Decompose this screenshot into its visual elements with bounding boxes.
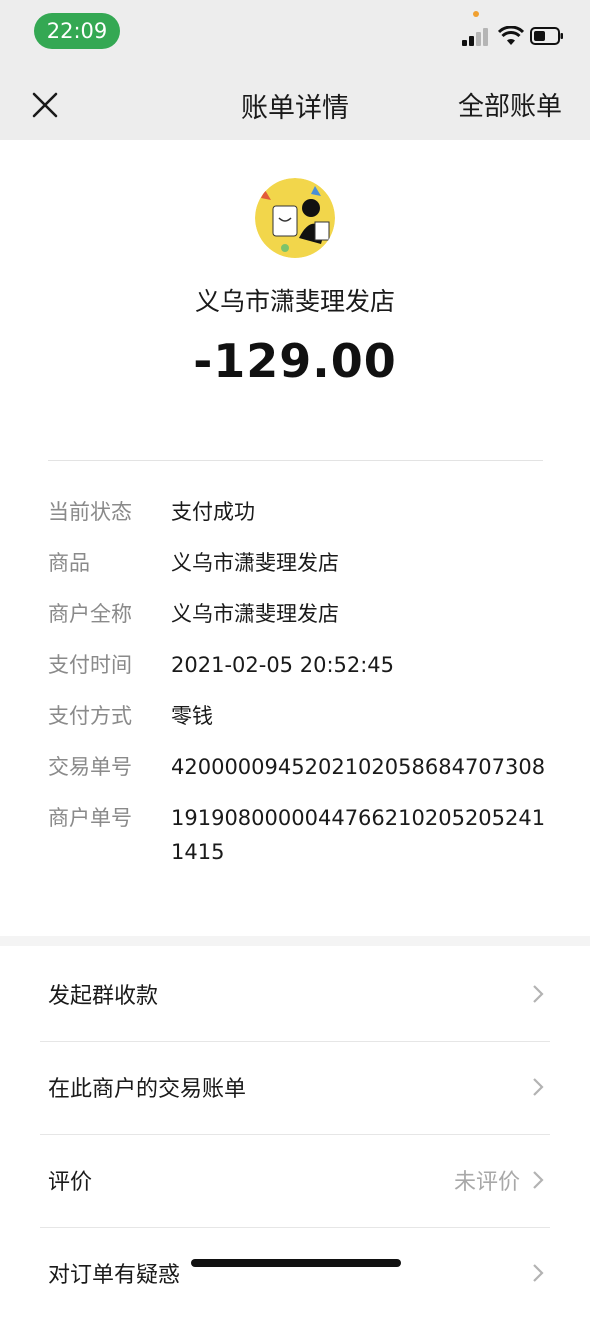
detail-key: 支付方式 [48, 704, 132, 728]
detail-row-status: 当前状态 支付成功 [48, 495, 548, 529]
detail-row-pay-method: 支付方式 零钱 [48, 699, 548, 733]
detail-value: 义乌市潇斐理发店 [171, 551, 339, 575]
chevron-right-icon [533, 985, 544, 1003]
detail-value: 义乌市潇斐理发店 [171, 602, 339, 626]
detail-row-merchant-order-id: 商户单号 19190800000447662102052052411415 [48, 801, 548, 869]
battery-icon [530, 27, 563, 45]
detail-key: 当前状态 [48, 500, 132, 524]
merchant-bills-button[interactable]: 在此商户的交易账单 [0, 1041, 590, 1133]
chevron-right-icon [533, 1171, 544, 1189]
payment-amount: -129.00 [193, 334, 397, 388]
list-item-label: 对订单有疑惑 [48, 1263, 181, 1288]
detail-value: 零钱 [171, 704, 213, 728]
list-item-label: 在此商户的交易账单 [48, 1077, 247, 1102]
detail-row-transaction-id: 交易单号 4200000945202102058684707308 [48, 750, 548, 784]
all-bills-button[interactable]: 全部账单 [458, 86, 562, 123]
section-separator [0, 936, 590, 946]
detail-key: 商户全称 [48, 602, 132, 626]
chevron-right-icon [533, 1078, 544, 1096]
cellular-signal-icon [462, 28, 492, 46]
detail-key: 商户单号 [48, 806, 132, 830]
status-bar: 22:09 [0, 0, 590, 64]
home-indicator[interactable] [191, 1259, 401, 1267]
detail-row-pay-time: 支付时间 2021-02-05 20:52:45 [48, 648, 548, 682]
detail-value: 2021-02-05 20:52:45 [171, 653, 395, 677]
list-item-label: 发起群收款 [48, 984, 159, 1009]
group-collect-button[interactable]: 发起群收款 [0, 948, 590, 1040]
detail-row-merchant: 商户全称 义乌市潇斐理发店 [48, 597, 548, 631]
divider [48, 460, 543, 461]
navigation-bar: 账单详情 全部账单 [0, 64, 590, 140]
detail-value[interactable]: 19190800000447662102052052411415 [171, 801, 548, 869]
detail-value[interactable]: 4200000945202102058684707308 [171, 750, 548, 784]
status-time: 22:09 [34, 13, 120, 49]
order-question-button[interactable]: 对订单有疑惑 [0, 1227, 590, 1319]
detail-key: 交易单号 [48, 755, 132, 779]
detail-value: 支付成功 [171, 500, 255, 524]
review-status: 未评价 [453, 1170, 520, 1195]
merchant-name: 义乌市潇斐理发店 [194, 287, 395, 316]
review-button[interactable]: 评价 未评价 [0, 1134, 590, 1226]
privacy-indicator-dot [473, 11, 479, 17]
detail-row-product: 商品 义乌市潇斐理发店 [48, 546, 548, 580]
list-item-label: 评价 [48, 1170, 93, 1195]
detail-key: 支付时间 [48, 653, 132, 677]
bill-details: 当前状态 支付成功 商品 义乌市潇斐理发店 商户全称 义乌市潇斐理发店 支付时间… [48, 495, 548, 886]
merchant-avatar [255, 178, 335, 258]
wifi-icon [498, 26, 524, 45]
detail-key: 商品 [48, 551, 90, 575]
chevron-right-icon [533, 1264, 544, 1282]
